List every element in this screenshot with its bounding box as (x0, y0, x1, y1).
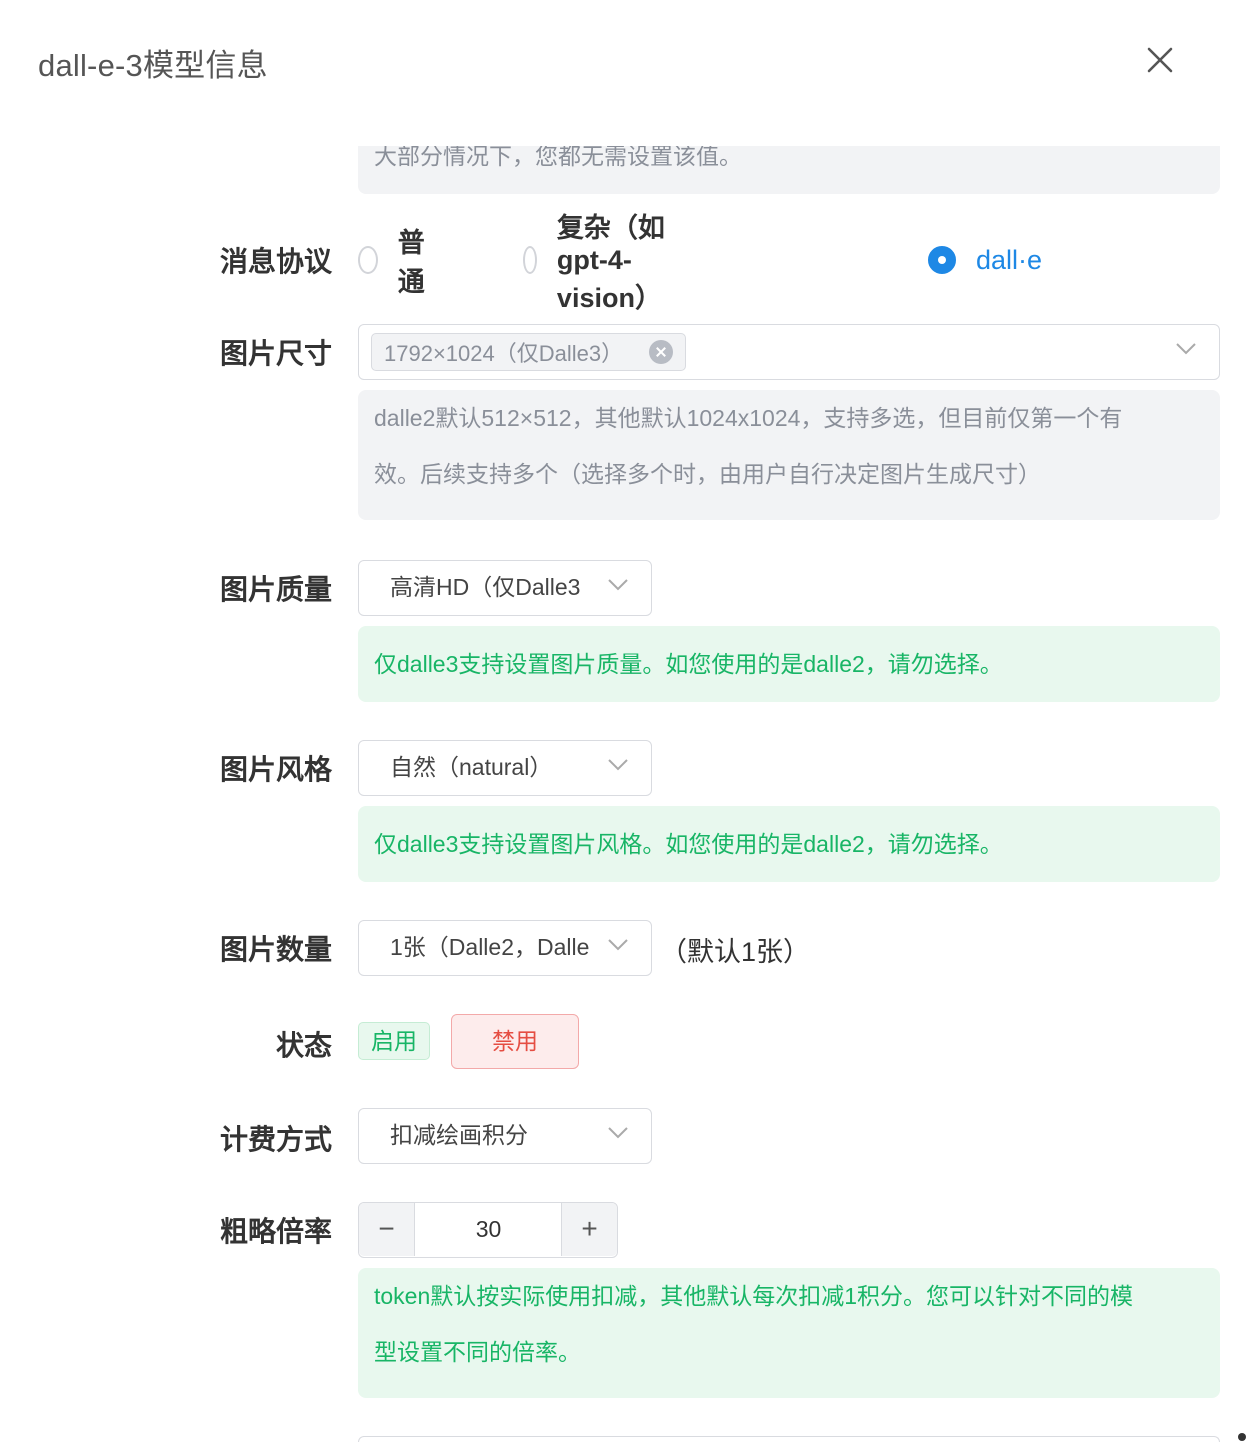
tag-remove-icon[interactable] (649, 340, 674, 364)
tip-line: token默认按实际使用扣减，其他默认每次扣减1积分。您可以针对不同的模 (374, 1283, 1134, 1309)
chevron-down-icon (1176, 343, 1196, 355)
image-quality-label: 图片质量 (219, 574, 332, 605)
image-count-select[interactable]: 1张（Dalle2，Dalle (358, 920, 652, 976)
radio-label: 复杂（如gpt-4-vision） (556, 212, 665, 313)
image-size-select[interactable]: 1792×1024（仅Dalle3） (358, 324, 1220, 380)
tag-label: 1792×1024（仅Dalle3） (384, 341, 624, 366)
radio-circle (523, 246, 537, 274)
next-field-partial[interactable] (358, 1436, 1220, 1442)
close-icon (1147, 47, 1173, 73)
radio-complex[interactable]: 复杂（如gpt-4-vision） (523, 213, 676, 313)
rate-label: 粗略倍率 (219, 1216, 332, 1247)
top-tip: 大部分情况下，您都无需设置该值。 (358, 146, 1220, 194)
rate-input[interactable] (416, 1203, 561, 1256)
image-style-label: 图片风格 (219, 754, 332, 785)
radio-circle (928, 246, 956, 274)
radio-dalle[interactable]: dall·e (928, 240, 1042, 280)
modal-body[interactable]: 大部分情况下，您都无需设置该值。 消息协议 普通 复杂（如gpt-4-visio… (0, 146, 1260, 1442)
radio-circle (358, 246, 378, 274)
image-style-tip: 仅dalle3支持设置图片风格。如您使用的是dalle2，请勿选择。 (358, 806, 1220, 882)
tip-line: dalle2默认512×512，其他默认1024x1024，支持多选，但目前仅第… (374, 405, 1123, 431)
scrollbar-indicator[interactable] (1238, 1433, 1246, 1441)
increment-button[interactable]: + (561, 1203, 617, 1256)
protocol-label: 消息协议 (219, 246, 332, 277)
chevron-down-icon (608, 1127, 628, 1139)
image-quality-tip: 仅dalle3支持设置图片质量。如您使用的是dalle2，请勿选择。 (358, 626, 1220, 702)
chevron-down-icon (608, 939, 628, 951)
tip-line: 效。后续支持多个（选择多个时，由用户自行决定图片生成尺寸） (374, 461, 1041, 487)
selected-tag: 1792×1024（仅Dalle3） (371, 333, 687, 371)
rate-tip: token默认按实际使用扣减，其他默认每次扣减1积分。您可以针对不同的模 型设置… (358, 1268, 1220, 1398)
billing-label: 计费方式 (219, 1124, 332, 1155)
chevron-down-icon (608, 759, 628, 771)
status-enable-button[interactable]: 启用 (358, 1022, 430, 1060)
image-quality-select[interactable]: 高清HD（仅Dalle3 (358, 560, 652, 616)
select-value: 高清HD（仅Dalle3 (390, 574, 581, 600)
image-count-hint: （默认1张） (660, 937, 811, 967)
close-button[interactable] (1140, 40, 1180, 80)
select-value: 1张（Dalle2，Dalle (390, 934, 590, 960)
radio-normal[interactable]: 普通 (358, 228, 433, 297)
tip-line: 型设置不同的倍率。 (374, 1339, 581, 1365)
image-count-label: 图片数量 (219, 934, 332, 965)
select-value: 扣减绘画积分 (390, 1122, 528, 1148)
select-value: 自然（natural） (390, 754, 553, 780)
rate-stepper: − + (358, 1202, 618, 1258)
status-disable-button[interactable]: 禁用 (451, 1014, 579, 1069)
radio-label: 普通 (397, 228, 425, 297)
chevron-down-icon (608, 579, 628, 591)
image-size-tip: dalle2默认512×512，其他默认1024x1024，支持多选，但目前仅第… (358, 390, 1220, 520)
image-style-select[interactable]: 自然（natural） (358, 740, 652, 796)
status-label: 状态 (275, 1030, 332, 1061)
billing-select[interactable]: 扣减绘画积分 (358, 1108, 652, 1164)
radio-label: dall·e (976, 244, 1043, 275)
image-size-label: 图片尺寸 (219, 338, 332, 369)
modal-title: dall-e-3模型信息 (38, 48, 268, 83)
decrement-button[interactable]: − (359, 1203, 415, 1256)
